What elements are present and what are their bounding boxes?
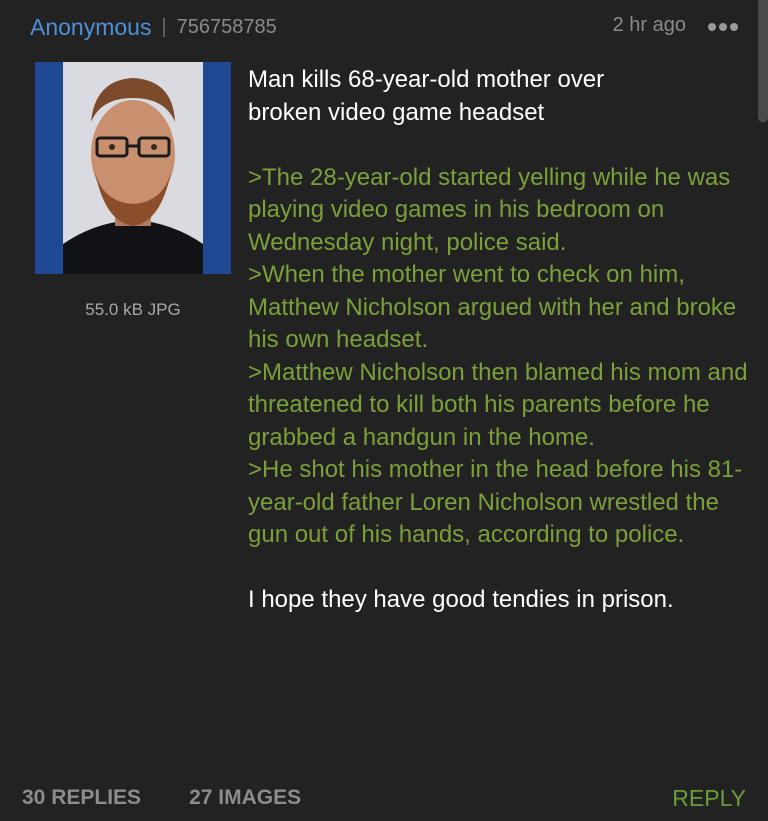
greentext-line: >The 28-year-old started yelling while h… [248,163,731,256]
images-count[interactable]: 27 IMAGES [189,786,301,810]
post-body: Man kills 68-year-old mother over broken… [248,64,748,617]
menu-dot [708,23,716,31]
header-separator: | [161,15,167,38]
post-footer: 30 REPLIES 27 IMAGES REPLY [22,783,746,813]
greentext-line: >He shot his mother in the head before h… [248,456,743,548]
post-title-line: Man kills 68-year-old mother over [248,66,605,93]
author-name[interactable]: Anonymous [30,14,151,41]
post-number[interactable]: 756758785 [177,16,277,39]
scrollbar[interactable] [758,0,768,122]
greentext-line: >Matthew Nicholson then blamed his mom a… [248,358,748,451]
post-closing-text: I hope they have good tendies in prison. [248,586,674,613]
post-time: 2 hr ago [612,14,686,36]
reply-button[interactable]: REPLY [672,785,746,812]
post-thumbnail[interactable] [35,62,231,274]
replies-count[interactable]: 30 REPLIES [22,786,141,810]
menu-dot [730,23,738,31]
menu-dot [719,23,727,31]
post-card: Anonymous | 756758785 2 hr ago 55.0 kB J… [0,0,768,821]
post-header: Anonymous | 756758785 2 hr ago [30,12,738,42]
file-info: 55.0 kB JPG [85,300,181,319]
mugshot-image [35,62,231,274]
greentext-line: >When the mother went to check on him, M… [248,261,737,353]
overflow-menu-icon[interactable] [708,23,738,31]
post-title-line: broken video game headset [248,98,545,126]
